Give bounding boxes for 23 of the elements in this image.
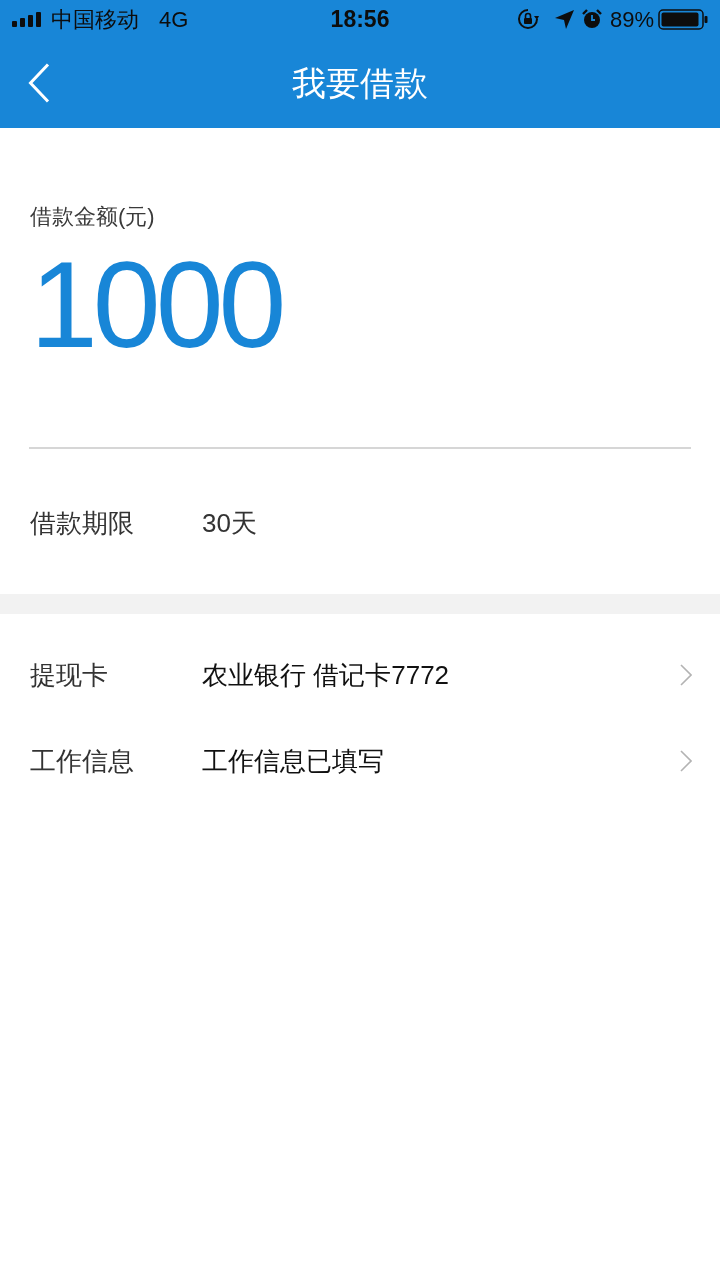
term-value: 30天 bbox=[202, 507, 257, 540]
back-chevron-icon bbox=[28, 63, 50, 103]
row-label: 工作信息 bbox=[30, 744, 135, 778]
location-icon bbox=[554, 9, 574, 29]
chevron-right-icon bbox=[680, 664, 692, 686]
signal-icon bbox=[12, 11, 43, 27]
alarm-icon bbox=[581, 9, 602, 29]
page-title: 我要借款 bbox=[292, 66, 428, 100]
carrier-name: 中国移动 bbox=[51, 5, 139, 34]
clock-time: 18:56 bbox=[330, 4, 390, 34]
chevron-right-icon bbox=[680, 750, 692, 772]
settings-row[interactable]: 提现卡 农业银行 借记卡7772 bbox=[0, 632, 720, 718]
amount-label: 借款金额(元) bbox=[30, 203, 156, 231]
battery-icon bbox=[658, 8, 708, 30]
term-label: 借款期限 bbox=[30, 507, 135, 540]
amount-value: 1000 bbox=[30, 244, 283, 366]
network-type: 4G bbox=[159, 5, 189, 34]
rotation-lock-icon bbox=[516, 8, 539, 30]
row-value: 工作信息已填写 bbox=[202, 744, 385, 778]
battery-percent: 89% bbox=[609, 5, 654, 34]
row-label: 提现卡 bbox=[30, 658, 109, 692]
settings-row[interactable]: 工作信息 工作信息已填写 bbox=[0, 718, 720, 804]
row-value: 农业银行 借记卡7772 bbox=[202, 658, 451, 692]
